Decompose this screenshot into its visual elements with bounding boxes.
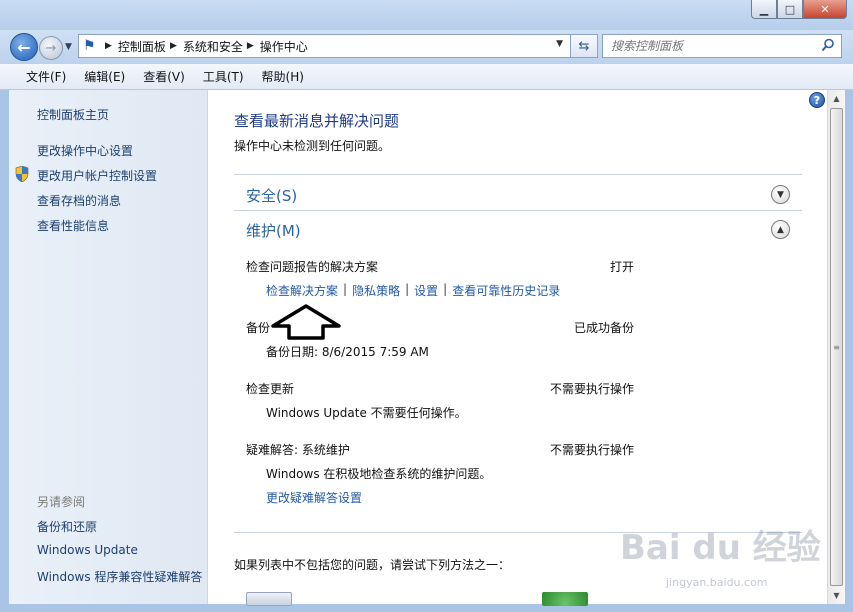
title-bar: ▁ □ ✕ <box>0 0 853 30</box>
menu-bar: 文件(F) 编辑(E) 查看(V) 工具(T) 帮助(H) <box>0 64 853 90</box>
breadcrumb-action-center[interactable]: 操作中心 <box>260 38 308 55</box>
sidebar-link-backup-restore[interactable]: 备份和还原 <box>37 518 97 535</box>
menu-view[interactable]: 查看(V) <box>143 68 185 85</box>
troubleshooting-icon[interactable] <box>246 592 292 606</box>
breadcrumb-control-panel[interactable]: 控制面板 <box>118 38 166 55</box>
menu-file[interactable]: 文件(F) <box>26 68 66 85</box>
address-bar[interactable]: ⚑ ▶ 控制面板 ▶ 系统和安全 ▶ 操作中心 ▼ <box>78 34 598 58</box>
vertical-scrollbar[interactable]: ▲ ≡ ▼ <box>827 90 845 604</box>
search-icon[interactable] <box>821 38 835 52</box>
item-problem-reports-status: 打开 <box>609 260 634 274</box>
close-icon: ✕ <box>820 2 830 16</box>
back-arrow-icon: ← <box>17 37 31 57</box>
sidebar-link-control-panel-home[interactable]: 控制面板主页 <box>37 106 109 123</box>
page-subtitle: 操作中心未检测到任何问题。 <box>234 139 391 153</box>
divider <box>234 210 802 211</box>
search-box[interactable] <box>602 34 842 58</box>
maximize-icon: □ <box>784 2 796 16</box>
maximize-button[interactable]: □ <box>777 0 803 19</box>
sidebar-link-performance-info[interactable]: 查看性能信息 <box>37 217 109 234</box>
expand-security-button[interactable]: ▼ <box>771 185 790 204</box>
watermark-logo: Bai du 经验 <box>620 528 821 568</box>
settings-link[interactable]: 设置 <box>414 282 438 299</box>
sidebar: 控制面板主页 更改操作中心设置 更改用户帐户控制设置 查看存档的消息 查看性能信… <box>9 90 208 604</box>
chevron-right-icon[interactable]: ▶ <box>247 41 254 51</box>
item-check-updates-title: 检查更新 <box>246 382 295 396</box>
section-maintenance-title[interactable]: 维护(M) <box>246 220 301 241</box>
search-input[interactable] <box>611 39 811 53</box>
refresh-button[interactable]: ⇆ <box>570 34 598 58</box>
footer-text: 如果列表中不包括您的问题，请尝试下列方法之一： <box>234 558 511 572</box>
sidebar-link-archived-messages[interactable]: 查看存档的消息 <box>37 192 121 209</box>
close-button[interactable]: ✕ <box>803 0 847 19</box>
flag-icon: ⚑ <box>83 38 96 54</box>
uac-shield-icon <box>15 166 29 182</box>
chevron-down-icon: ▼ <box>777 189 784 200</box>
section-security-title[interactable]: 安全(S) <box>246 185 297 206</box>
chevron-right-icon[interactable]: ▶ <box>105 41 112 51</box>
scroll-thumb[interactable]: ≡ <box>830 108 843 586</box>
minimize-icon: ▁ <box>759 2 769 16</box>
item-problem-reports-title: 检查问题报告的解决方案 <box>246 260 379 274</box>
forward-arrow-icon: → <box>45 40 57 56</box>
menu-help[interactable]: 帮助(H) <box>262 68 304 85</box>
minimize-button[interactable]: ▁ <box>751 0 777 19</box>
page-title: 查看最新消息并解决问题 <box>234 112 400 130</box>
item-troubleshoot-title: 疑难解答: 系统维护 <box>246 443 350 457</box>
chevron-up-icon: ▲ <box>777 224 784 235</box>
sidebar-link-compatibility-troubleshooter[interactable]: Windows 程序兼容性疑难解答 <box>37 568 202 585</box>
see-also-title: 另请参阅 <box>37 495 86 509</box>
recovery-icon[interactable] <box>542 592 588 606</box>
privacy-policy-link[interactable]: 隐私策略 <box>352 282 400 299</box>
forward-button[interactable]: → <box>39 36 63 60</box>
check-solutions-link[interactable]: 检查解决方案 <box>266 282 338 299</box>
help-icon[interactable]: ? <box>809 92 825 108</box>
sidebar-link-change-action-center-settings[interactable]: 更改操作中心设置 <box>37 142 133 159</box>
chevron-right-icon[interactable]: ▶ <box>170 41 177 51</box>
breadcrumb-system-security[interactable]: 系统和安全 <box>183 38 243 55</box>
reliability-history-link[interactable]: 查看可靠性历史记录 <box>452 282 560 299</box>
scroll-up-button[interactable]: ▲ <box>828 90 845 107</box>
link-separator: | <box>405 282 410 296</box>
navigation-bar: ← → ▼ ⚑ ▶ 控制面板 ▶ 系统和安全 ▶ 操作中心 ▼ ⇆ <box>0 30 853 64</box>
window-controls: ▁ □ ✕ <box>751 0 847 19</box>
item-check-updates-status: 不需要执行操作 <box>549 382 634 396</box>
recent-pages-dropdown[interactable]: ▼ <box>65 42 72 52</box>
item-check-updates-detail: Windows Update 不需要任何操作。 <box>266 406 467 420</box>
link-separator: | <box>343 282 348 296</box>
collapse-maintenance-button[interactable]: ▲ <box>771 220 790 239</box>
sidebar-link-windows-update[interactable]: Windows Update <box>37 543 138 557</box>
link-separator: | <box>443 282 448 296</box>
menu-tools[interactable]: 工具(T) <box>203 68 244 85</box>
problem-report-links: 检查解决方案 | 隐私策略 | 设置 | 查看可靠性历史记录 <box>266 282 560 299</box>
scroll-down-button[interactable]: ▼ <box>828 587 845 604</box>
item-troubleshoot-detail: Windows 在积极地检查系统的维护问题。 <box>266 467 492 481</box>
back-button[interactable]: ← <box>10 33 38 61</box>
change-troubleshoot-settings-link[interactable]: 更改疑难解答设置 <box>266 489 362 506</box>
item-backup-status: 已成功备份 <box>573 321 634 335</box>
item-backup-detail: 备份日期: 8/6/2015 7:59 AM <box>266 345 429 359</box>
sidebar-link-change-uac-settings[interactable]: 更改用户帐户控制设置 <box>37 167 157 184</box>
watermark-url: jingyan.baidu.com <box>666 576 768 589</box>
divider <box>234 174 802 175</box>
refresh-icon: ⇆ <box>578 38 590 54</box>
item-backup-title: 备份 <box>246 321 271 335</box>
address-dropdown-icon[interactable]: ▼ <box>556 39 563 49</box>
menu-edit[interactable]: 编辑(E) <box>84 68 125 85</box>
item-troubleshoot-status: 不需要执行操作 <box>549 443 634 457</box>
up-arrow-annotation-icon <box>271 304 341 340</box>
